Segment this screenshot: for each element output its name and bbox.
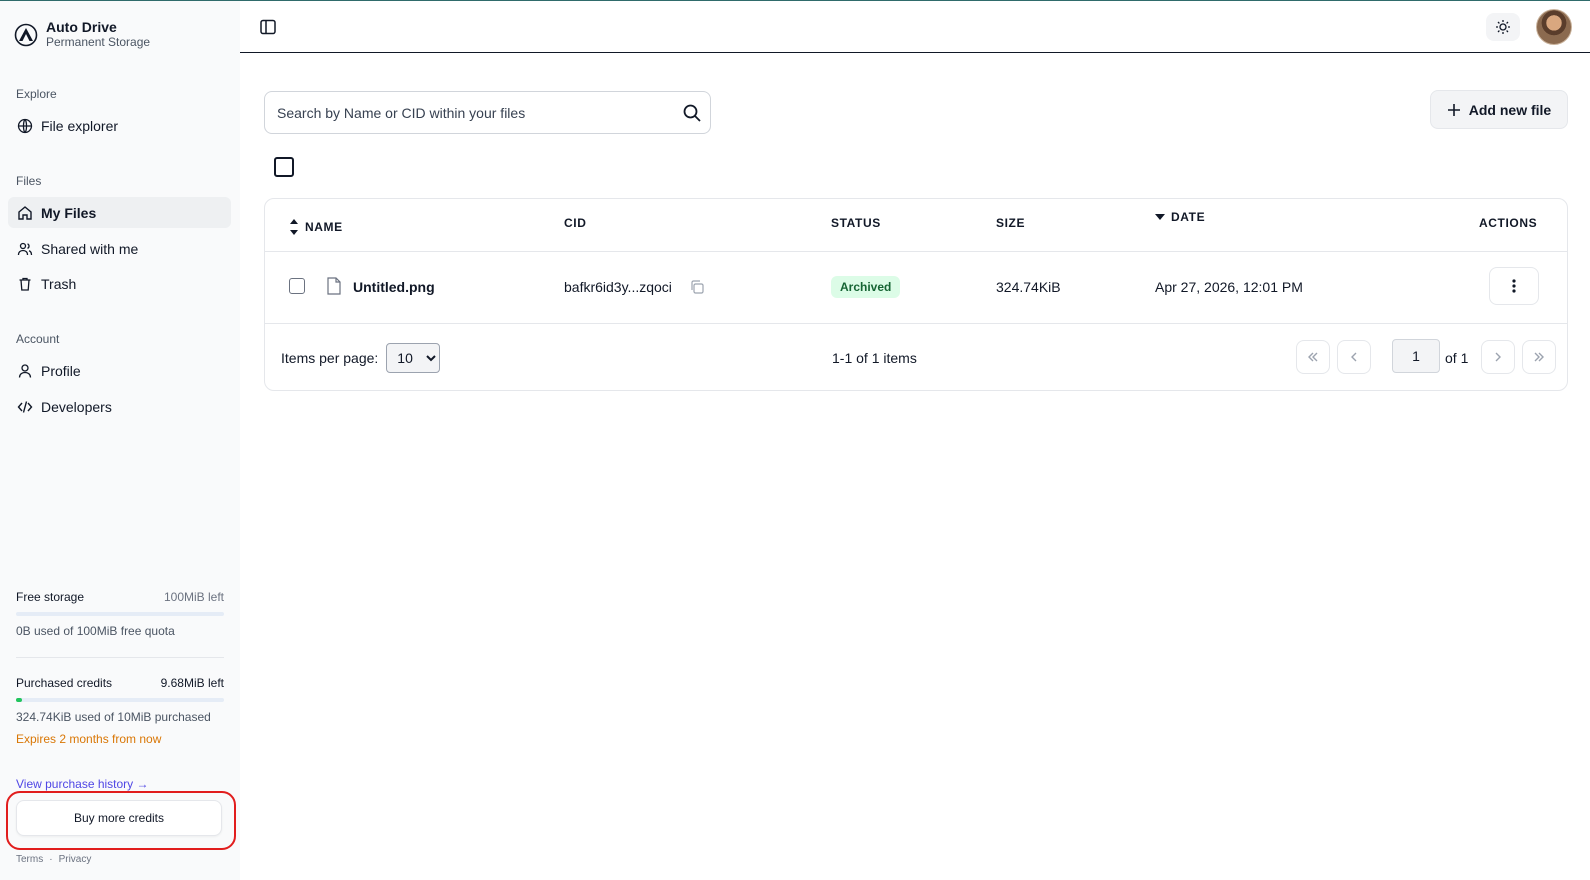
brand-subtitle: Permanent Storage <box>46 35 151 49</box>
page-number-input[interactable] <box>1392 339 1440 373</box>
quota-divider <box>16 657 224 658</box>
sidebar-item-label: My Files <box>41 204 97 221</box>
items-per-page: Items per page: 10 <box>281 343 441 373</box>
first-page-button[interactable] <box>1296 340 1330 374</box>
panel-left-icon[interactable] <box>258 17 278 37</box>
code-icon <box>17 400 33 413</box>
chevrons-right-icon <box>1534 352 1544 362</box>
files-table: NAME CID STATUS SIZE DATE ACTIONS Untitl… <box>264 198 1568 391</box>
row-divider <box>265 323 1567 324</box>
status-badge: Archived <box>831 276 901 298</box>
sidebar-item-profile[interactable]: Profile <box>8 355 231 386</box>
column-header-size: SIZE <box>996 216 1026 230</box>
users-icon <box>17 242 33 255</box>
sidebar-item-developers[interactable]: Developers <box>8 391 231 422</box>
add-new-file-label: Add new file <box>1468 101 1552 118</box>
plus-icon <box>1447 103 1460 116</box>
file-date: Apr 27, 2026, 12:01 PM <box>1155 279 1303 295</box>
free-storage-bar <box>16 612 224 616</box>
range-text: 1-1 of 1 items <box>832 350 917 366</box>
sidebar-item-shared-with-me[interactable]: Shared with me <box>8 233 231 264</box>
user-icon <box>18 363 32 378</box>
section-label-explore: Explore <box>16 87 57 101</box>
items-per-page-select[interactable]: 10 <box>386 343 441 373</box>
column-header-name-label: NAME <box>305 220 343 234</box>
sidebar-item-label: Profile <box>41 362 81 379</box>
section-label-files: Files <box>16 174 42 188</box>
file-cid: bafkr6id3y...zqoci <box>564 279 672 295</box>
sort-icon <box>290 219 298 235</box>
column-header-date-label: DATE <box>1171 210 1206 224</box>
app-window: Auto Drive Permanent Storage Explore Fil… <box>0 0 1590 880</box>
search-box[interactable] <box>264 91 711 134</box>
column-header-actions: ACTIONS <box>1479 216 1538 230</box>
chevrons-left-icon <box>1308 352 1318 362</box>
column-header-status: STATUS <box>831 216 881 230</box>
purchased-credits-quota: Purchased credits 9.68MiB left 324.74KiB… <box>16 676 224 746</box>
privacy-link[interactable]: Privacy <box>59 854 92 865</box>
terms-link[interactable]: Terms <box>16 854 43 865</box>
select-all-checkbox[interactable] <box>274 157 294 177</box>
column-header-name[interactable]: NAME <box>289 218 343 236</box>
file-icon <box>327 277 341 295</box>
free-storage-title: Free storage <box>16 590 85 604</box>
sidebar-item-file-explorer[interactable]: File explorer <box>8 110 231 141</box>
search-icon[interactable] <box>682 103 702 123</box>
footer-links: Terms · Privacy <box>16 854 91 865</box>
buy-more-credits-button[interactable]: Buy more credits <box>16 800 222 836</box>
theme-toggle-button[interactable] <box>1486 13 1520 41</box>
section-label-account: Account <box>16 332 60 346</box>
footer-separator: · <box>49 854 53 865</box>
prev-page-button[interactable] <box>1337 340 1371 374</box>
items-per-page-label: Items per page: <box>281 350 379 366</box>
globe-icon <box>17 118 33 133</box>
add-new-file-button[interactable]: Add new file <box>1430 90 1568 129</box>
row-actions-button[interactable] <box>1489 267 1539 305</box>
credits-expiry: Expires 2 months from now <box>16 732 162 746</box>
top-header <box>240 1 1590 53</box>
purchased-credits-bar <box>16 698 224 702</box>
sidebar-item-my-files[interactable]: My Files <box>8 197 231 228</box>
search-input[interactable] <box>265 92 665 133</box>
header-divider <box>265 251 1567 252</box>
sort-desc-icon <box>1155 214 1165 220</box>
column-header-cid: CID <box>564 216 587 230</box>
free-storage-quota: Free storage 100MiB left 0B used of 100M… <box>16 590 224 638</box>
sidebar-item-label: Trash <box>41 275 77 292</box>
file-name[interactable]: Untitled.png <box>353 279 435 295</box>
free-storage-note: 0B used of 100MiB free quota <box>16 624 175 638</box>
avatar[interactable] <box>1536 9 1572 45</box>
row-checkbox[interactable] <box>289 278 305 294</box>
view-purchase-history-link[interactable]: View purchase history → <box>16 777 149 791</box>
free-storage-left: 100MiB left <box>163 590 224 604</box>
last-page-button[interactable] <box>1522 340 1556 374</box>
sidebar-item-trash[interactable]: Trash <box>8 268 231 299</box>
file-size: 324.74KiB <box>996 279 1061 295</box>
sidebar-item-label: File explorer <box>41 117 119 134</box>
copy-icon[interactable] <box>689 279 705 295</box>
brand[interactable]: Auto Drive Permanent Storage <box>14 19 150 50</box>
purchased-credits-title: Purchased credits <box>16 676 113 690</box>
sun-icon <box>1496 20 1510 34</box>
chevron-right-icon <box>1495 352 1501 362</box>
more-vertical-icon <box>1512 279 1516 293</box>
brand-title: Auto Drive <box>46 19 117 35</box>
purchased-credits-note: 324.74KiB used of 10MiB purchased <box>16 710 211 724</box>
autonomys-logo-icon <box>14 23 38 46</box>
purchased-credits-left: 9.68MiB left <box>160 676 224 690</box>
trash-icon <box>19 277 31 291</box>
page-of-text: of 1 <box>1445 350 1469 366</box>
sidebar: Auto Drive Permanent Storage Explore Fil… <box>0 1 240 880</box>
sidebar-item-label: Developers <box>41 398 112 415</box>
chevron-left-icon <box>1351 352 1357 362</box>
purchased-credits-bar-fill <box>16 698 23 702</box>
next-page-button[interactable] <box>1481 340 1515 374</box>
home-icon <box>18 205 32 220</box>
column-header-date[interactable]: DATE <box>1155 210 1205 224</box>
sidebar-item-label: Shared with me <box>41 240 139 257</box>
